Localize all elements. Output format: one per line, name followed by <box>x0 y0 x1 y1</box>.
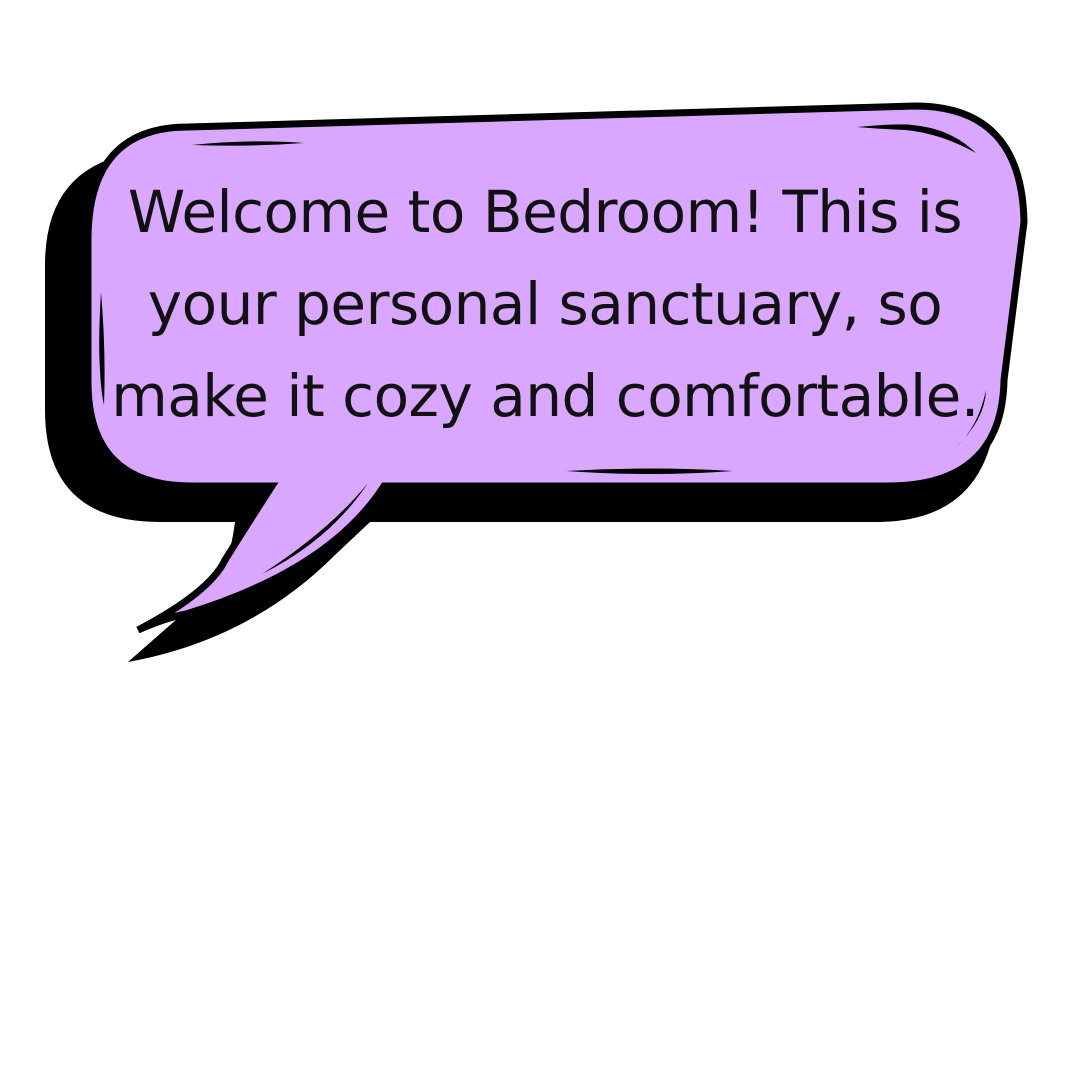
bubble-text-line-3: make it cozy and comfortable. <box>111 362 979 430</box>
speech-bubble-graphic <box>45 102 1028 662</box>
speech-bubble-text: Welcome to Bedroom! This is your persona… <box>110 166 980 442</box>
bubble-text-line-2: your personal sanctuary, so <box>147 270 943 338</box>
bubble-text-line-1: Welcome to Bedroom! This is <box>127 178 963 246</box>
canvas: Welcome to Bedroom! This is your persona… <box>0 0 1080 1080</box>
